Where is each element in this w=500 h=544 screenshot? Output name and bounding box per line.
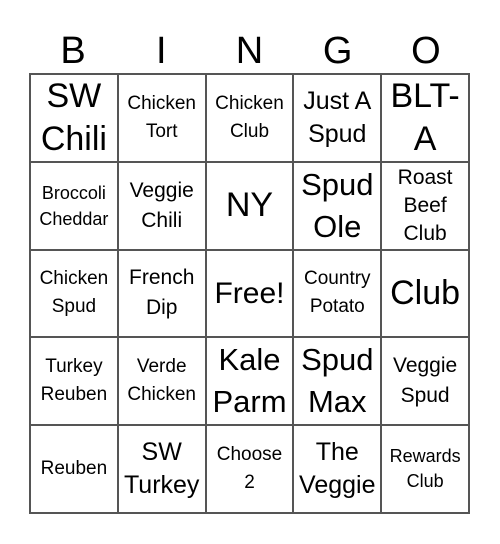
header-letter-b: B [60,30,86,72]
cell-text: Free! [214,276,285,310]
cell-text: Club [390,273,461,312]
bingo-cell[interactable]: Chicken Club [205,74,294,162]
bingo-cell[interactable]: Spud Ole [293,161,382,250]
cell-text: BLT- A [390,76,460,158]
bingo-cell[interactable]: Free! [205,249,294,338]
cell-text: Chicken Tort [127,92,197,142]
bingo-cell[interactable]: Country Potato [293,249,382,338]
bingo-cell[interactable]: Veggie Spud [381,337,469,426]
bingo-cell[interactable]: Turkey Reuben [30,337,118,426]
cell-text: Veggie Chili [129,178,194,232]
bingo-cell[interactable]: Reuben [30,425,118,513]
cell-text: French Dip [129,266,195,320]
cell-text: Just A Spud [303,86,372,148]
bingo-cell[interactable]: Verde Chicken [117,337,206,426]
bingo-cell[interactable]: The Veggie [293,425,382,513]
cell-text: SW Turkey [123,438,200,500]
cell-text: SW Chili [40,76,107,158]
bingo-header: B I N G O [29,30,470,73]
bingo-cell[interactable]: French Dip [117,249,206,338]
bingo-cell[interactable]: Spud Max [293,337,382,426]
cell-text: Chicken Spud [39,268,109,318]
bingo-cell[interactable]: BLT- A [381,74,469,162]
header-letter-g: G [322,30,353,72]
bingo-cell[interactable]: Chicken Tort [117,74,206,162]
cell-text: Rewards Club [389,446,461,492]
header-letter-i: I [156,30,167,72]
cell-text: Turkey Reuben [40,356,108,406]
bingo-cell[interactable]: Chicken Spud [30,249,118,338]
bingo-cell[interactable]: SW Chili [30,74,118,162]
bingo-cell[interactable]: Veggie Chili [117,161,206,250]
cell-text: Chicken Club [215,92,284,142]
bingo-grid: SW Chili Chicken Tort Chicken Club Just … [29,73,470,514]
bingo-cell[interactable]: Choose 2 [205,425,294,513]
bingo-cell[interactable]: Roast Beef Club [381,161,469,250]
bingo-cell[interactable]: Club [381,249,469,338]
bingo-cell[interactable]: Rewards Club [381,425,469,513]
header-letter-o: O [411,30,441,72]
cell-text: Veggie Spud [392,354,458,408]
cell-text: Broccoli Cheddar [39,182,109,229]
cell-text: Country Potato [304,268,371,318]
cell-text: The Veggie [299,438,376,500]
cell-text: NY [225,186,274,225]
cell-text: Roast Beef Club [397,165,453,245]
bingo-cell[interactable]: Broccoli Cheddar [30,161,118,250]
cell-text: Kale Parm [212,342,287,420]
cell-text: Spud Max [301,342,374,420]
cell-text: Verde Chicken [127,356,197,406]
cell-text: Choose 2 [216,444,283,494]
bingo-cell[interactable]: SW Turkey [117,425,206,513]
cell-text: Reuben [40,458,108,480]
bingo-cell[interactable]: NY [205,161,294,250]
header-letter-n: N [235,30,264,72]
bingo-cell[interactable]: Kale Parm [205,337,294,426]
cell-text: Spud Ole [301,166,374,244]
bingo-cell[interactable]: Just A Spud [293,74,382,162]
